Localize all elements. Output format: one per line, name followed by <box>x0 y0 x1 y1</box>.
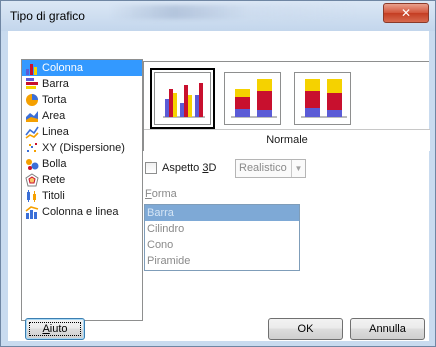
chart-type-item[interactable]: Colonna e linea <box>22 204 142 220</box>
chart-type-label: Rete <box>42 174 66 186</box>
line-chart-icon <box>25 125 39 139</box>
aspect-3d-label[interactable]: Aspetto 3D <box>162 162 216 174</box>
dialog-title: Tipo di grafico <box>10 9 85 23</box>
area-chart-icon <box>25 109 39 123</box>
close-button[interactable]: ✕ <box>383 3 429 23</box>
chart-variant-panel: Normale <box>143 61 430 151</box>
focus-rectangle <box>29 322 81 336</box>
net-chart-icon <box>25 173 39 187</box>
chart-type-dialog: Tipo di grafico ✕ Colonna Barra Torta Area L… <box>0 0 436 347</box>
dialog-body: Colonna Barra Torta Area Linea XY (Dispersion… <box>8 31 430 341</box>
chart-type-label: Bolla <box>42 158 67 170</box>
chart-type-item[interactable]: Bolla <box>22 156 142 172</box>
chart-type-label: Linea <box>42 126 69 138</box>
chart-type-label: Torta <box>42 94 67 106</box>
chart-type-label: Area <box>42 110 66 122</box>
ok-button[interactable]: OK <box>268 318 343 340</box>
stacked-column-variant-icon <box>224 72 281 125</box>
shape-label: Forma <box>145 188 177 200</box>
chart-type-label: XY (Dispersione) <box>42 142 125 154</box>
chart-type-label: Titoli <box>42 190 65 202</box>
chart-type-item[interactable]: Linea <box>22 124 142 140</box>
chart-type-item[interactable]: Colonna <box>22 60 142 76</box>
shape-list[interactable]: Barra Cilindro Cono Piramide <box>144 204 300 271</box>
chart-type-label: Colonna e linea <box>42 206 119 218</box>
chart-type-item[interactable]: Area <box>22 108 142 124</box>
cancel-button[interactable]: Annulla <box>350 318 425 340</box>
chart-type-item[interactable]: XY (Dispersione) <box>22 140 142 156</box>
bubble-chart-icon <box>25 157 39 171</box>
chart-type-item[interactable]: Torta <box>22 92 142 108</box>
aspect-3d-checkbox[interactable] <box>145 162 157 174</box>
variant-caption: Normale <box>144 129 430 151</box>
chart-type-item[interactable]: Titoli <box>22 188 142 204</box>
help-button[interactable]: Aiuto <box>25 318 85 340</box>
variant-normal[interactable] <box>150 68 215 129</box>
scatter-chart-icon <box>25 141 39 155</box>
stock-chart-icon <box>25 189 39 203</box>
chart-type-list[interactable]: Colonna Barra Torta Area Linea XY (Dispersion… <box>21 59 143 321</box>
chart-type-label: Barra <box>42 78 69 90</box>
variant-percent-stacked[interactable] <box>290 68 355 129</box>
normal-column-variant-icon <box>154 72 211 125</box>
shape-option[interactable]: Piramide <box>145 253 299 269</box>
shape-option[interactable]: Cilindro <box>145 221 299 237</box>
shape-option[interactable]: Cono <box>145 237 299 253</box>
title-bar[interactable]: Tipo di grafico ✕ <box>1 1 435 31</box>
column-chart-icon <box>25 61 39 75</box>
variant-stacked[interactable] <box>220 68 285 129</box>
column-line-chart-icon <box>25 205 39 219</box>
bar-chart-icon <box>25 77 39 91</box>
pie-chart-icon <box>25 93 39 107</box>
chart-type-label: Colonna <box>42 62 83 74</box>
background-window-blur <box>111 5 361 19</box>
aspect-3d-scheme-select[interactable]: Realistico ▼ <box>235 159 306 178</box>
shape-option[interactable]: Barra <box>145 205 299 221</box>
percent-stacked-column-variant-icon <box>294 72 351 125</box>
chart-type-item[interactable]: Barra <box>22 76 142 92</box>
chevron-down-icon[interactable]: ▼ <box>291 160 305 177</box>
chart-type-item[interactable]: Rete <box>22 172 142 188</box>
